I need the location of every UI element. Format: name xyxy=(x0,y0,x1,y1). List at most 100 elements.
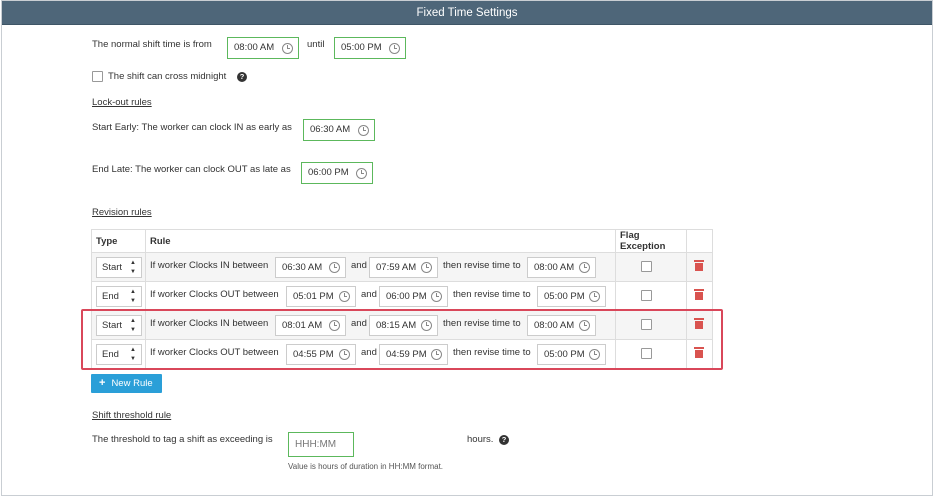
rule-revise-time-value: 08:00 AM xyxy=(534,262,575,273)
type-select-value: Start xyxy=(102,262,123,273)
until-label: until xyxy=(307,39,325,50)
question-circle-icon[interactable]: ? xyxy=(499,435,509,445)
rule-prefix: If worker Clocks OUT between xyxy=(150,347,279,358)
clock-icon[interactable] xyxy=(329,262,340,273)
trash-icon[interactable] xyxy=(694,347,704,358)
rule-prefix: If worker Clocks OUT between xyxy=(150,289,279,300)
end-late-time-input[interactable]: 06:00 PM xyxy=(301,162,373,184)
clock-icon[interactable] xyxy=(431,291,442,302)
shift-end-time-input[interactable]: 05:00 PM xyxy=(334,37,406,59)
flag-exception-checkbox[interactable] xyxy=(641,290,652,301)
clock-icon[interactable] xyxy=(421,320,432,331)
rule-to-time-value: 08:15 AM xyxy=(376,320,417,331)
shift-start-time-input[interactable]: 08:00 AM xyxy=(227,37,299,59)
rule-revise-time-value: 08:00 AM xyxy=(534,320,575,331)
rule-then-label: then revise time to xyxy=(453,347,531,358)
lockout-section-title: Lock-out rules xyxy=(92,97,152,108)
clock-icon[interactable] xyxy=(329,320,340,331)
end-late-time-value: 06:00 PM xyxy=(308,167,349,178)
column-header-flag-exception: Flag Exception xyxy=(615,229,687,253)
rule-from-time-input[interactable]: 04:55 PM xyxy=(286,344,356,365)
rule-from-time-value: 06:30 AM xyxy=(282,262,323,273)
rule-to-time-input[interactable]: 08:15 AM xyxy=(369,315,438,336)
table-header-row: Type Rule Flag Exception xyxy=(91,229,713,253)
normal-shift-label: The normal shift time is from xyxy=(92,39,212,50)
rule-to-time-value: 04:59 PM xyxy=(386,349,427,360)
clock-icon[interactable] xyxy=(339,349,350,360)
sort-caret-icon: ▲ ▼ xyxy=(130,347,136,362)
rule-prefix: If worker Clocks IN between xyxy=(150,260,269,271)
clock-icon[interactable] xyxy=(589,349,600,360)
threshold-label: The threshold to tag a shift as exceedin… xyxy=(92,434,273,445)
rule-revise-time-value: 05:00 PM xyxy=(544,349,585,360)
rule-from-time-input[interactable]: 08:01 AM xyxy=(275,315,346,336)
rule-revise-time-input[interactable]: 05:00 PM xyxy=(537,286,606,307)
table-row: End ▲ ▼ If worker Clocks OUT between 05:01… xyxy=(91,281,713,311)
threshold-placeholder: HHH:MM xyxy=(295,439,337,450)
sort-caret-icon: ▲ ▼ xyxy=(130,289,136,304)
rule-to-time-value: 07:59 AM xyxy=(376,262,417,273)
threshold-section-title: Shift threshold rule xyxy=(92,410,172,421)
sort-caret-icon: ▲ ▼ xyxy=(130,318,136,333)
rule-then-label: then revise time to xyxy=(453,289,531,300)
type-select-value: End xyxy=(102,349,119,360)
type-select[interactable]: Start ▲ ▼ xyxy=(96,257,142,278)
cross-midnight-label: The shift can cross midnight xyxy=(108,71,227,82)
start-early-time-value: 06:30 AM xyxy=(310,124,351,135)
rule-revise-time-input[interactable]: 05:00 PM xyxy=(537,344,606,365)
start-early-label: Start Early: The worker can clock IN as … xyxy=(92,122,292,133)
clock-icon[interactable] xyxy=(431,349,442,360)
clock-icon[interactable] xyxy=(579,320,590,331)
rule-from-time-value: 04:55 PM xyxy=(293,349,334,360)
end-late-label: End Late: The worker can clock OUT as la… xyxy=(92,164,291,175)
rule-and-label: and xyxy=(361,347,377,358)
clock-icon[interactable] xyxy=(282,43,293,54)
shift-end-time-value: 05:00 PM xyxy=(341,42,382,53)
cross-midnight-checkbox[interactable] xyxy=(92,71,103,82)
rule-prefix: If worker Clocks IN between xyxy=(150,318,269,329)
rule-from-time-value: 05:01 PM xyxy=(293,291,334,302)
panel-title: Fixed Time Settings xyxy=(2,1,932,25)
flag-exception-checkbox[interactable] xyxy=(641,261,652,272)
trash-icon[interactable] xyxy=(694,318,704,329)
rule-to-time-input[interactable]: 07:59 AM xyxy=(369,257,438,278)
clock-icon[interactable] xyxy=(339,291,350,302)
revision-section-title: Revision rules xyxy=(92,207,152,218)
sort-caret-icon: ▲ ▼ xyxy=(130,260,136,275)
clock-icon[interactable] xyxy=(589,291,600,302)
question-circle-icon[interactable]: ? xyxy=(237,72,247,82)
type-select[interactable]: End ▲ ▼ xyxy=(96,344,142,365)
trash-icon[interactable] xyxy=(694,260,704,271)
table-row: Start ▲ ▼ If worker Clocks IN between 08:0… xyxy=(91,310,713,340)
type-select-value: End xyxy=(102,291,119,302)
rule-to-time-value: 06:00 PM xyxy=(386,291,427,302)
new-rule-label: New Rule xyxy=(111,378,153,389)
rule-revise-time-input[interactable]: 08:00 AM xyxy=(527,257,596,278)
rule-then-label: then revise time to xyxy=(443,318,521,329)
clock-icon[interactable] xyxy=(389,43,400,54)
shift-start-time-value: 08:00 AM xyxy=(234,42,275,53)
clock-icon[interactable] xyxy=(421,262,432,273)
new-rule-button[interactable]: + New Rule xyxy=(91,374,162,393)
threshold-input[interactable]: HHH:MM xyxy=(288,432,354,457)
type-select-value: Start xyxy=(102,320,123,331)
rule-and-label: and xyxy=(351,260,367,271)
type-select[interactable]: Start ▲ ▼ xyxy=(96,315,142,336)
table-row: Start ▲ ▼ If worker Clocks IN between 06:3… xyxy=(91,252,713,282)
type-select[interactable]: End ▲ ▼ xyxy=(96,286,142,307)
rule-then-label: then revise time to xyxy=(443,260,521,271)
rule-to-time-input[interactable]: 04:59 PM xyxy=(379,344,448,365)
trash-icon[interactable] xyxy=(694,289,704,300)
flag-exception-checkbox[interactable] xyxy=(641,319,652,330)
rule-from-time-input[interactable]: 06:30 AM xyxy=(275,257,346,278)
rule-revise-time-input[interactable]: 08:00 AM xyxy=(527,315,596,336)
rule-from-time-input[interactable]: 05:01 PM xyxy=(286,286,356,307)
clock-icon[interactable] xyxy=(579,262,590,273)
clock-icon[interactable] xyxy=(358,125,369,136)
clock-icon[interactable] xyxy=(356,168,367,179)
flag-exception-checkbox[interactable] xyxy=(641,348,652,359)
rule-to-time-input[interactable]: 06:00 PM xyxy=(379,286,448,307)
threshold-unit-label: hours. xyxy=(467,434,494,445)
table-row: End ▲ ▼ If worker Clocks OUT between 04:55… xyxy=(91,339,713,369)
start-early-time-input[interactable]: 06:30 AM xyxy=(303,119,375,141)
